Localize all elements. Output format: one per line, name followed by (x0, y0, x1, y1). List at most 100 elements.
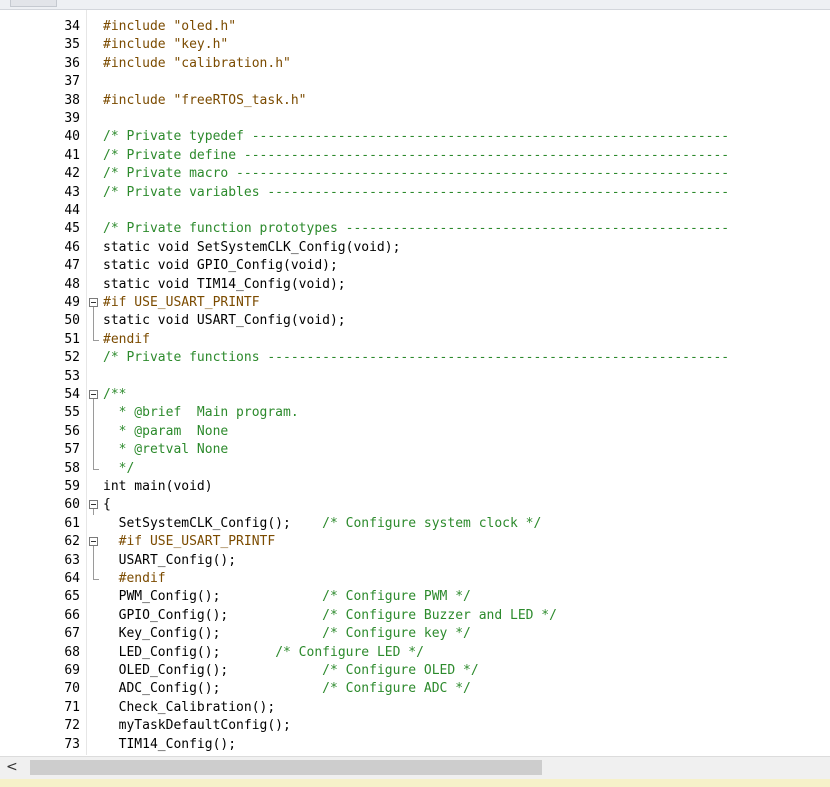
line-number: 35 (64, 37, 80, 53)
code-text: static void TIM14_Config(void); (103, 276, 346, 292)
code-text: static void USART_Config(void); (103, 313, 346, 329)
fold-end-guide (88, 570, 100, 588)
code-line[interactable]: 71 Check_Calibration(); (0, 699, 830, 717)
code-line[interactable]: 60 { (0, 496, 830, 516)
code-line[interactable]: 42 /* Private macro ---------------------… (0, 165, 830, 183)
code-line[interactable]: 47 static void GPIO_Config(void); (0, 257, 830, 275)
code-line[interactable]: 34 #include "oled.h" (0, 18, 830, 36)
line-number: 52 (64, 350, 80, 366)
code-line[interactable]: 43 /* Private variables -----------------… (0, 184, 830, 202)
code-line[interactable]: 73 TIM14_Config(); (0, 736, 830, 754)
code-line[interactable]: 50 static void USART_Config(void); (0, 312, 830, 331)
code-line[interactable]: 54 /** (0, 386, 830, 405)
line-number: 38 (64, 92, 80, 108)
line-number: 50 (64, 313, 80, 329)
code-text: ADC_Config(); /* Configure ADC */ (103, 680, 471, 698)
code-text: #if USE_USART_PRINTF (103, 295, 260, 310)
code-text: /** (103, 387, 127, 402)
fold-collapse-icon[interactable] (88, 294, 100, 313)
code-text: /* Private typedef ---------------------… (103, 129, 730, 145)
statement: LED_Config(); (103, 644, 268, 660)
code-line[interactable]: 67 Key_Config(); /* Configure key */ (0, 625, 830, 643)
code-line[interactable]: 35 #include "key.h" (0, 36, 830, 54)
code-line[interactable]: 64 #endif (0, 570, 830, 588)
code-line[interactable]: 55 * @brief Main program. (0, 404, 830, 423)
code-line[interactable]: 49 #if USE_USART_PRINTF (0, 294, 830, 313)
code-text: static void GPIO_Config(void); (103, 258, 338, 274)
line-number: 61 (64, 515, 80, 531)
code-line[interactable]: 48 static void TIM14_Config(void); (0, 276, 830, 294)
line-number: 34 (64, 19, 80, 34)
fold-guide (88, 551, 100, 570)
string-literal: "calibration.h" (173, 55, 291, 71)
fold-end-guide (88, 330, 100, 349)
fold-collapse-icon[interactable] (88, 386, 100, 405)
code-line[interactable]: 45 /* Private function prototypes -------… (0, 220, 830, 238)
code-line[interactable]: 61 SetSystemCLK_Config(); /* Configure s… (0, 515, 830, 533)
line-number: 36 (64, 55, 80, 71)
code-line[interactable]: 63 USART_Config(); (0, 551, 830, 570)
line-number: 43 (64, 184, 80, 200)
line-number: 71 (64, 699, 80, 715)
code-line[interactable]: 57 * @retval None (0, 441, 830, 460)
line-number: 46 (64, 239, 80, 255)
code-text: #endif (103, 571, 166, 586)
code-line[interactable]: 68 LED_Config(); /* Configure LED */ (0, 644, 830, 662)
fold-collapse-icon[interactable] (88, 533, 100, 553)
file-tab[interactable] (10, 0, 57, 7)
code-line[interactable]: 65 PWM_Config(); /* Configure PWM */ (0, 588, 830, 606)
code-line[interactable]: 39 (0, 110, 830, 128)
code-line[interactable]: 56 * @param None (0, 422, 830, 442)
code-text: #if USE_USART_PRINTF (103, 534, 276, 550)
code-line[interactable]: 51 #endif (0, 330, 830, 349)
line-number: 54 (64, 387, 80, 402)
code-line[interactable]: 69 OLED_Config(); /* Configure OLED */ (0, 662, 830, 680)
scroll-left-arrow-icon[interactable]: < (6, 759, 18, 775)
code-text: * @brief Main program. (103, 405, 299, 421)
code-line[interactable]: 44 (0, 202, 830, 220)
line-number: 59 (64, 479, 80, 494)
inline-comment: /* Configure OLED */ (314, 663, 479, 678)
line-number: 58 (64, 460, 80, 476)
code-line[interactable]: 37 (0, 73, 830, 91)
code-line[interactable]: 41 /* Private define --------------------… (0, 147, 830, 165)
code-line[interactable]: 52 /* Private functions -----------------… (0, 349, 830, 367)
code-text: Check_Calibration(); (103, 699, 276, 715)
code-text: { (103, 497, 111, 513)
line-number: 70 (64, 681, 80, 697)
inline-comment: /* Configure key */ (314, 626, 471, 642)
code-text: #include "freeRTOS_task.h" (103, 92, 307, 108)
code-line[interactable]: 53 (0, 368, 830, 386)
line-number: 41 (64, 147, 80, 163)
inline-comment: /* Configure LED */ (267, 644, 424, 660)
code-text: /* Private macro -----------------------… (103, 166, 730, 182)
code-line[interactable]: 40 /* Private typedef -------------------… (0, 128, 830, 146)
code-editor[interactable]: 34 #include "oled.h" 35 #include "key.h" 36 #… (0, 18, 830, 755)
string-literal: "freeRTOS_task.h" (173, 92, 307, 108)
code-line[interactable]: 59 int main(void) (0, 478, 830, 496)
code-text: int main(void) (103, 479, 213, 494)
code-line[interactable]: 72 myTaskDefaultConfig(); (0, 717, 830, 735)
status-strip (0, 779, 830, 787)
horizontal-scrollbar[interactable]: < (0, 756, 830, 779)
code-line[interactable]: 66 GPIO_Config(); /* Configure Buzzer an… (0, 607, 830, 625)
code-text: USART_Config(); (103, 552, 237, 568)
line-number: 65 (64, 589, 80, 605)
fold-guide (88, 312, 100, 331)
line-number: 48 (64, 276, 80, 292)
code-line[interactable]: 70 ADC_Config(); /* Configure ADC */ (0, 680, 830, 698)
code-line[interactable]: 36 #include "calibration.h" (0, 55, 830, 73)
code-line[interactable]: 58 */ (0, 459, 830, 478)
gutter-separator (86, 10, 87, 755)
line-number: 57 (64, 442, 80, 458)
fold-collapse-icon[interactable] (88, 496, 100, 516)
code-line[interactable]: 46 static void SetSystemCLK_Config(void); (0, 239, 830, 257)
scrollbar-thumb[interactable] (30, 760, 542, 775)
code-text: /* Private functions -------------------… (103, 350, 730, 366)
code-line[interactable]: 38 #include "freeRTOS_task.h" (0, 92, 830, 110)
statement: SetSystemCLK_Config(); (103, 515, 315, 531)
string-literal: "oled.h" (173, 19, 237, 34)
line-number: 51 (64, 331, 80, 347)
code-line[interactable]: 62 #if USE_USART_PRINTF (0, 533, 830, 553)
inline-comment: /* Configure system clock */ (314, 515, 542, 531)
